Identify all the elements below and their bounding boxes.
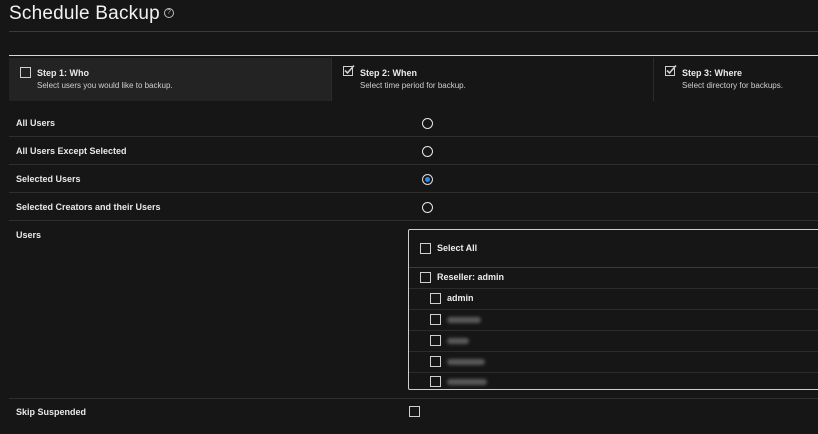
page-header: Schedule Backup ? <box>9 3 174 25</box>
user-row <box>409 331 818 352</box>
step-where[interactable]: Step 3: Where Select directory for backu… <box>653 58 818 101</box>
reseller-row: Reseller: admin <box>409 268 818 289</box>
user-checkbox[interactable] <box>430 293 441 304</box>
step-subtitle: Select users you would like to backup. <box>37 81 173 90</box>
select-all-label: Select All <box>437 243 478 253</box>
user-row <box>409 373 818 389</box>
option-selected-creators: Selected Creators and their Users <box>9 193 818 221</box>
radio-all-except[interactable] <box>422 146 433 157</box>
wizard-steps: Step 1: Who Select users you would like … <box>9 58 818 101</box>
radio-selected-creators[interactable] <box>422 202 433 213</box>
skip-suspended-label: Skip Suspended <box>16 407 87 417</box>
user-row: admin <box>409 289 818 310</box>
steps-divider <box>9 55 818 56</box>
checkmark-icon <box>343 64 355 76</box>
step-who[interactable]: Step 1: Who Select users you would like … <box>9 58 331 101</box>
option-all-users: All Users <box>9 109 818 137</box>
step-title: Step 3: Where <box>682 68 743 78</box>
option-all-except: All Users Except Selected <box>9 137 818 165</box>
option-label: All Users Except Selected <box>16 146 127 156</box>
step-subtitle: Select time period for backup. <box>360 81 466 90</box>
step-subtitle: Select directory for backups. <box>682 81 783 90</box>
user-checkbox[interactable] <box>430 376 441 387</box>
user-checkbox[interactable] <box>430 356 441 367</box>
page-title: Schedule Backup <box>9 3 160 24</box>
step-title: Step 1: Who <box>37 68 89 78</box>
skip-suspended-checkbox[interactable] <box>409 406 420 417</box>
reseller-checkbox[interactable] <box>420 272 431 283</box>
step-when[interactable]: Step 2: When Select time period for back… <box>331 58 653 101</box>
users-selector: Select All Reseller: admin admin <box>408 229 818 390</box>
help-icon[interactable]: ? <box>163 7 174 18</box>
select-all-row: Select All <box>409 230 818 268</box>
redacted-username <box>447 379 487 385</box>
radio-selected-users[interactable] <box>422 174 433 185</box>
step-title: Step 2: When <box>360 68 418 78</box>
option-label: Selected Users <box>16 174 81 184</box>
user-row <box>409 310 818 331</box>
option-selected-users: Selected Users <box>9 165 818 193</box>
users-label: Users <box>16 230 42 240</box>
redacted-username <box>447 338 469 344</box>
select-all-checkbox[interactable] <box>420 243 431 254</box>
redacted-username <box>447 359 485 365</box>
title-divider <box>9 31 818 32</box>
user-row <box>409 352 818 373</box>
step-checkbox-icon <box>20 67 31 78</box>
redacted-username <box>447 317 481 323</box>
reseller-label: Reseller: admin <box>437 272 505 282</box>
radio-all-users[interactable] <box>422 118 433 129</box>
option-label: All Users <box>16 118 56 128</box>
user-checkbox[interactable] <box>430 314 441 325</box>
user-name: admin <box>447 293 474 303</box>
user-checkbox[interactable] <box>430 335 441 346</box>
checkmark-icon <box>665 64 677 76</box>
option-label: Selected Creators and their Users <box>16 202 161 212</box>
